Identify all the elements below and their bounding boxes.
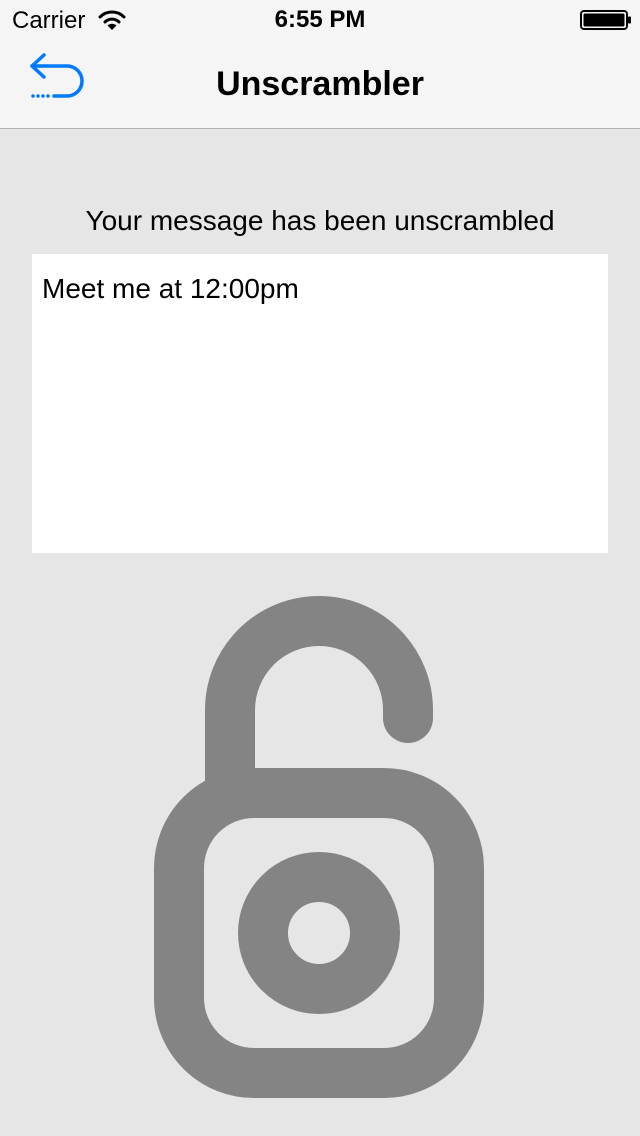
navigation-bar: Unscrambler: [0, 40, 640, 129]
status-bar: Carrier 6:55 PM: [0, 0, 640, 40]
back-arrow-icon: [30, 53, 84, 98]
battery-icon: [580, 10, 632, 30]
unlocked-padlock-icon: [150, 590, 490, 1100]
message-status-label: Your message has been unscrambled: [85, 205, 555, 236]
unscrambled-message-field[interactable]: Meet me at 12:00pm: [32, 254, 608, 553]
back-button[interactable]: [24, 50, 90, 106]
status-time: 6:55 PM: [274, 6, 366, 33]
page-title: Unscrambler: [216, 65, 424, 103]
